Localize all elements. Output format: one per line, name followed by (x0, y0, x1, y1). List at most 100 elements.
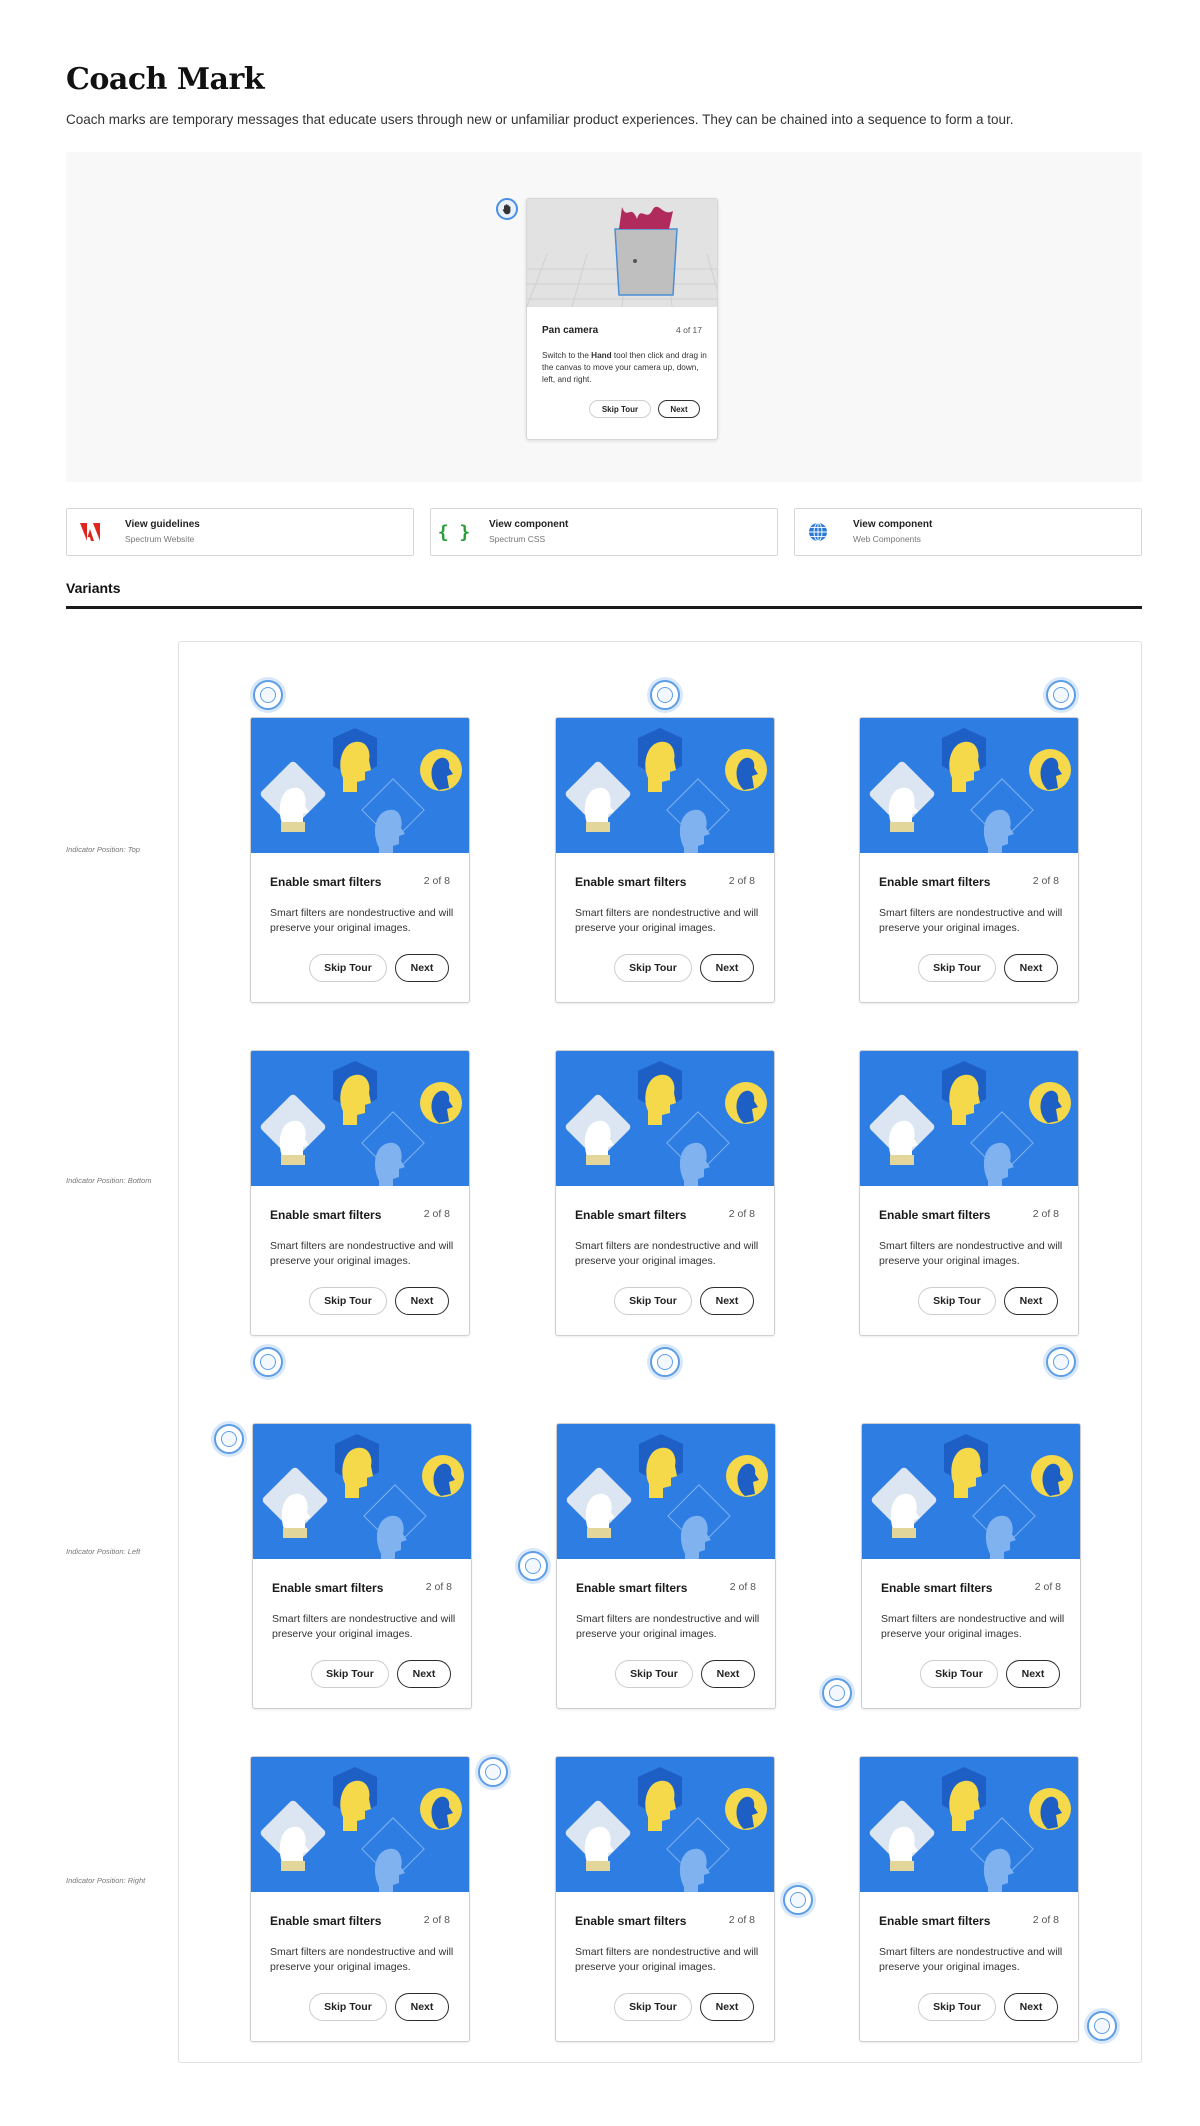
view-guidelines-link[interactable]: View guidelines Spectrum Website (66, 508, 414, 556)
coach-mark-title: Enable smart filters (270, 875, 382, 889)
coach-mark-step: 2 of 8 (423, 1914, 450, 1926)
next-button[interactable]: Next (395, 1993, 449, 2021)
next-button[interactable]: Next (395, 1287, 449, 1315)
next-button[interactable]: Next (701, 1660, 755, 1688)
coach-indicator[interactable] (478, 1757, 508, 1787)
coach-mark-title: Pan camera (542, 325, 599, 336)
skip-tour-button[interactable]: Skip Tour (920, 1660, 998, 1688)
coach-mark-card: Enable smart filters 2 of 8 Smart filter… (252, 1423, 472, 1709)
row-label: Indicator Position: Bottom (66, 1176, 152, 1185)
adobe-logo-icon (67, 509, 113, 555)
link-subtitle: Web Components (853, 534, 921, 544)
next-button[interactable]: Next (700, 1993, 754, 2021)
coach-mark-title: Enable smart filters (881, 1581, 993, 1595)
coach-mark-body: Smart filters are nondestructive and wil… (879, 1240, 1063, 1267)
smart-filters-illustration (253, 1424, 471, 1559)
smart-filters-illustration (251, 1757, 469, 1892)
coach-mark-step: 2 of 8 (728, 1914, 755, 1926)
next-button[interactable]: Next (397, 1660, 451, 1688)
coach-indicator[interactable] (253, 680, 283, 710)
coach-mark-card: Enable smart filters 2 of 8 Smart filter… (250, 717, 470, 1003)
coach-indicator[interactable] (1087, 2011, 1117, 2041)
next-button[interactable]: Next (658, 400, 700, 418)
hero-preview: Pan camera 4 of 17 Switch to the Hand to… (66, 152, 1142, 482)
smart-filters-illustration (556, 1757, 774, 1892)
coach-indicator[interactable] (253, 1347, 283, 1377)
skip-tour-button[interactable]: Skip Tour (615, 1660, 693, 1688)
coach-mark-body: Smart filters are nondestructive and wil… (575, 907, 759, 934)
row-label: Indicator Position: Right (66, 1876, 146, 1885)
coach-mark-title: Enable smart filters (879, 1914, 991, 1928)
coach-mark-body: Smart filters are nondestructive and wil… (879, 907, 1063, 934)
coach-mark-body: Smart filters are nondestructive and wil… (270, 907, 454, 934)
coach-mark-body: Switch to the Hand tool then click and d… (542, 351, 707, 384)
skip-tour-button[interactable]: Skip Tour (309, 954, 387, 982)
coach-mark-step: 2 of 8 (729, 1581, 756, 1593)
view-component-web-link[interactable]: View component Web Components (794, 508, 1142, 556)
coach-indicator[interactable] (822, 1678, 852, 1708)
smart-filters-illustration (251, 1051, 469, 1186)
next-button[interactable]: Next (700, 1287, 754, 1315)
skip-tour-button[interactable]: Skip Tour (614, 1993, 692, 2021)
coach-mark-card: Enable smart filters 2 of 8 Smart filter… (555, 717, 775, 1003)
coach-mark-step: 2 of 8 (728, 1208, 755, 1220)
smart-filters-illustration (860, 1051, 1078, 1186)
coach-indicator[interactable] (1046, 1347, 1076, 1377)
skip-tour-button[interactable]: Skip Tour (918, 954, 996, 982)
coach-mark-body: Smart filters are nondestructive and wil… (270, 1240, 454, 1267)
coach-mark-card: Enable smart filters 2 of 8 Smart filter… (859, 1756, 1079, 2042)
coach-indicator[interactable] (650, 680, 680, 710)
coach-indicator[interactable] (650, 1347, 680, 1377)
skip-tour-button[interactable]: Skip Tour (589, 400, 651, 418)
coach-mark-card: Enable smart filters 2 of 8 Smart filter… (861, 1423, 1081, 1709)
skip-tour-button[interactable]: Skip Tour (614, 1287, 692, 1315)
smart-filters-illustration (860, 718, 1078, 853)
coach-mark-body: Smart filters are nondestructive and wil… (881, 1613, 1065, 1640)
coach-mark-title: Enable smart filters (270, 1208, 382, 1222)
link-title: View guidelines (125, 519, 200, 530)
coach-mark-card: Enable smart filters 2 of 8 Smart filter… (859, 1050, 1079, 1336)
smart-filters-illustration (556, 718, 774, 853)
coach-indicator[interactable] (518, 1551, 548, 1581)
coach-mark-body: Smart filters are nondestructive and wil… (270, 1946, 454, 1973)
coach-mark-card: Pan camera 4 of 17 Switch to the Hand to… (526, 198, 718, 440)
coach-mark-step: 2 of 8 (425, 1581, 452, 1593)
smart-filters-illustration (860, 1757, 1078, 1892)
skip-tour-button[interactable]: Skip Tour (918, 1287, 996, 1315)
coach-mark-card: Enable smart filters 2 of 8 Smart filter… (250, 1756, 470, 2042)
coach-mark-body: Smart filters are nondestructive and wil… (575, 1240, 759, 1267)
skip-tour-button[interactable]: Skip Tour (311, 1660, 389, 1688)
skip-tour-button[interactable]: Skip Tour (918, 1993, 996, 2021)
smart-filters-illustration (557, 1424, 775, 1559)
coach-indicator[interactable] (214, 1424, 244, 1454)
coach-indicator[interactable] (783, 1885, 813, 1915)
next-button[interactable]: Next (1004, 1993, 1058, 2021)
smart-filters-illustration (862, 1424, 1080, 1559)
coach-mark-title: Enable smart filters (575, 1208, 687, 1222)
next-button[interactable]: Next (395, 954, 449, 982)
page-title: Coach Mark (66, 62, 265, 97)
smart-filters-illustration (251, 718, 469, 853)
coach-mark-body: Smart filters are nondestructive and wil… (879, 1946, 1063, 1973)
link-subtitle: Spectrum CSS (489, 534, 546, 544)
skip-tour-button[interactable]: Skip Tour (614, 954, 692, 982)
coach-mark-card: Enable smart filters 2 of 8 Smart filter… (555, 1050, 775, 1336)
section-divider (66, 606, 1142, 609)
hand-icon[interactable] (496, 198, 518, 220)
coach-mark-title: Enable smart filters (879, 1208, 991, 1222)
skip-tour-button[interactable]: Skip Tour (309, 1993, 387, 2021)
link-subtitle: Spectrum Website (125, 534, 195, 544)
view-component-css-link[interactable]: { } View component Spectrum CSS (430, 508, 778, 556)
coach-mark-title: Enable smart filters (270, 1914, 382, 1928)
coach-mark-step: 2 of 8 (1032, 1208, 1059, 1220)
next-button[interactable]: Next (1004, 1287, 1058, 1315)
coach-mark-step: 2 of 8 (423, 1208, 450, 1220)
coach-mark-title: Enable smart filters (576, 1581, 688, 1595)
variants-heading: Variants (66, 580, 121, 596)
coach-indicator[interactable] (1046, 680, 1076, 710)
next-button[interactable]: Next (1004, 954, 1058, 982)
next-button[interactable]: Next (700, 954, 754, 982)
next-button[interactable]: Next (1006, 1660, 1060, 1688)
skip-tour-button[interactable]: Skip Tour (309, 1287, 387, 1315)
coach-mark-card: Enable smart filters 2 of 8 Smart filter… (556, 1423, 776, 1709)
